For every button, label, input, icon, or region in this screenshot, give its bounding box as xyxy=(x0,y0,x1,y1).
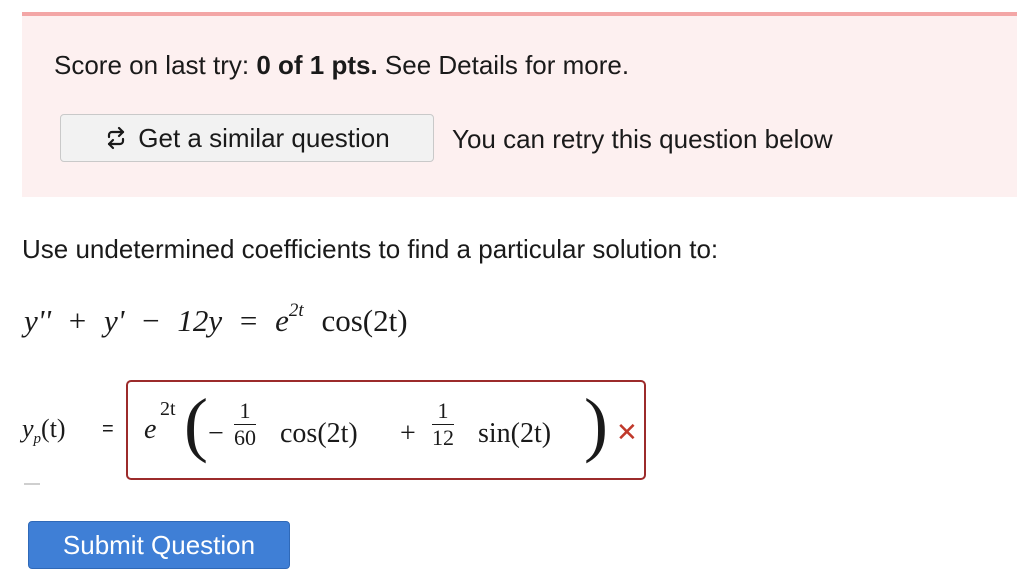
get-similar-question-label: Get a similar question xyxy=(138,122,390,153)
answer-cos-term: cos(2t) xyxy=(280,418,358,449)
answer-fraction-1: 1 60 xyxy=(234,398,256,450)
x-mark-icon: ✕ xyxy=(616,418,638,448)
answer-label: yp(t) xyxy=(22,414,66,448)
answer-open-paren: ( xyxy=(184,384,208,464)
score-value: 0 of 1 pts. xyxy=(256,50,378,80)
answer-fraction-2: 1 12 xyxy=(432,398,454,450)
score-banner: Score on last try: 0 of 1 pts. See Detai… xyxy=(22,16,1017,197)
eq-rhs-base: e xyxy=(275,303,289,338)
eq-rhs-exponent: 2t xyxy=(288,300,304,321)
question-instructions: Use undetermined coefficients to find a … xyxy=(22,234,719,264)
question-page: Score on last try: 0 of 1 pts. See Detai… xyxy=(0,0,1017,587)
answer-base: e xyxy=(144,414,157,445)
submit-question-button[interactable]: Submit Question xyxy=(28,521,290,569)
retry-arrows-icon xyxy=(104,126,128,150)
answer-input[interactable]: e 2t ( − 1 60 cos(2t) + 1 12 sin(2t) ) xyxy=(126,380,646,480)
eq-rhs-function: cos(2t) xyxy=(321,303,408,338)
eq-term-y-double-prime: y'' xyxy=(24,303,52,338)
score-line: Score on last try: 0 of 1 pts. See Detai… xyxy=(54,50,629,80)
score-suffix: See Details for more. xyxy=(384,50,630,80)
eq-minus: − xyxy=(142,303,160,338)
answer-close-paren: ) xyxy=(584,384,608,464)
score-prefix: Score on last try: xyxy=(54,50,250,80)
eq-term-12y: 12y xyxy=(177,303,223,338)
eq-plus: + xyxy=(68,303,87,338)
answer-sin-term: sin(2t) xyxy=(478,418,552,449)
divider xyxy=(24,483,40,485)
answer-exponent: 2t xyxy=(160,398,176,420)
differential-equation: y'' + y' − 12y = e2t cos(2t) xyxy=(24,300,408,339)
answer-plus: + xyxy=(400,418,416,449)
retry-message: You can retry this question below xyxy=(452,124,833,154)
get-similar-question-button[interactable]: Get a similar question xyxy=(60,114,434,162)
answer-equals: = xyxy=(102,418,114,440)
eq-equals: = xyxy=(239,303,258,338)
eq-term-y-prime: y' xyxy=(104,303,125,338)
answer-sign: − xyxy=(208,418,224,449)
